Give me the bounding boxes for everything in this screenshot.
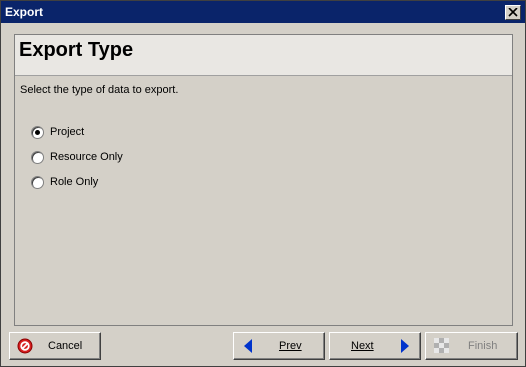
radio-label: Role Only (50, 176, 99, 188)
radio-button[interactable] (31, 175, 44, 189)
arrow-left-icon (244, 339, 252, 353)
content-panel: Export Type Select the type of data to e… (14, 34, 513, 326)
radio-option-resource-only[interactable]: Resource Only (31, 149, 123, 165)
radio-label: Project (50, 126, 85, 138)
export-dialog: Export Export Type Select the type of da… (0, 0, 526, 367)
title-bar[interactable]: Export (1, 1, 525, 23)
panel-header: Export Type (15, 35, 512, 75)
close-icon (508, 8, 518, 17)
checkered-flag-icon (434, 338, 449, 353)
radio-button[interactable] (31, 125, 44, 139)
header-divider (15, 75, 512, 76)
radio-button[interactable] (31, 150, 44, 164)
prev-label: Prev (279, 340, 302, 352)
cancel-icon (17, 338, 33, 354)
page-title: Export Type (19, 39, 134, 61)
radio-selected-dot (35, 129, 40, 135)
window-title: Export (5, 5, 44, 19)
radio-option-project[interactable]: Project (31, 124, 84, 140)
next-label: Next (351, 340, 374, 352)
instruction-text: Select the type of data to export. (20, 84, 179, 96)
radio-option-role-only[interactable]: Role Only (31, 174, 98, 190)
prev-button[interactable]: Prev (233, 332, 325, 360)
arrow-right-icon (401, 339, 409, 353)
finish-label: Finish (468, 340, 498, 352)
cancel-label: Cancel (48, 340, 83, 352)
close-button[interactable] (505, 5, 521, 20)
cancel-button[interactable]: Cancel (9, 332, 101, 360)
radio-label: Resource Only (50, 151, 123, 163)
next-button[interactable]: Next (329, 332, 421, 360)
finish-button[interactable]: Finish (425, 332, 518, 360)
